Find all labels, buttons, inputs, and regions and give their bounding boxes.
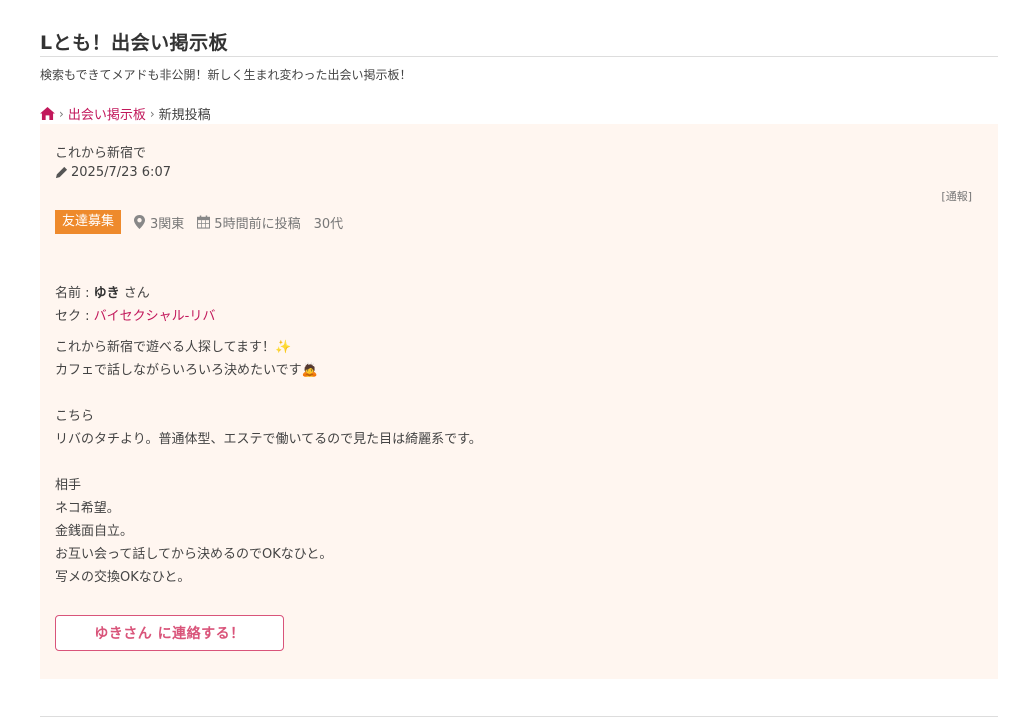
contact-button[interactable]: ゆきさん に連絡する！ (55, 615, 284, 651)
poster-name-row: 名前 : ゆき さん (55, 282, 215, 305)
breadcrumb-separator: › (149, 106, 155, 121)
post-body-line: お互い会って話してから決めるのでOKなひと。 (55, 547, 333, 562)
footer-divider (40, 716, 998, 717)
poster-profile: 名前 : ゆき さん セク : バイセクシャル-リバ (55, 282, 215, 328)
post-time: 5時間前に投稿 (197, 213, 301, 232)
post-location: 3関東 (133, 213, 184, 232)
breadcrumb-link-board[interactable]: 出会い掲示板 (68, 104, 146, 123)
poster-sex: バイセクシャル-リバ (93, 309, 216, 324)
post-location-text: 3関東 (150, 216, 185, 232)
post-body-line (55, 451, 482, 474)
post-age: 30代 (313, 216, 344, 232)
post-body-line: ネコ希望。 (55, 501, 120, 516)
calendar-icon (197, 215, 211, 229)
poster-sex-label: セク : (55, 309, 94, 324)
poster-name-suffix: さん (119, 286, 150, 301)
post-time-text: 5時間前に投稿 (214, 216, 301, 232)
report-link[interactable]: [通報] (941, 188, 972, 204)
poster-sex-row: セク : バイセクシャル-リバ (55, 305, 215, 328)
breadcrumb: › 出会い掲示板 › 新規投稿 (40, 104, 211, 123)
post-title: これから新宿で (55, 146, 147, 161)
poster-name-label: 名前 : (55, 286, 94, 301)
post-body-line: 写メの交換OKなひと。 (55, 570, 191, 585)
post-body-line: 相手 (55, 478, 82, 493)
breadcrumb-current: 新規投稿 (158, 108, 211, 123)
poster-name: ゆき (93, 286, 120, 301)
post-date-text: 2025/7/23 6:07 (71, 165, 171, 180)
post-body-line: リバのタチより。普通体型、エステで働いてるので見た目は綺麗系です。 (55, 432, 482, 447)
home-icon[interactable] (40, 107, 55, 120)
site-description: 検索もできてメアドも非公開！新しく生まれ変わった出会い掲示板！ (40, 68, 412, 82)
post-card: これから新宿で 2025/7/23 6:07 [通報] 友達募集 3関東 5時間… (40, 124, 998, 679)
category-badge: 友達募集 (55, 210, 122, 234)
site-title: Lとも！出会い掲示板 (40, 32, 229, 54)
post-body-line: カフェで話しながらいろいろ決めたいです🙇 (55, 363, 318, 378)
post-body: これから新宿で遊べる人探してます！✨ カフェで話しながらいろいろ決めたいです🙇 … (55, 336, 482, 589)
map-pin-icon (134, 215, 146, 229)
post-date: 2025/7/23 6:07 (55, 165, 171, 180)
post-body-line: 金銭面自立。 (55, 524, 134, 539)
title-divider (40, 56, 998, 57)
post-meta: 友達募集 3関東 5時間前に投稿 30代 (55, 210, 356, 234)
post-body-line: これから新宿で遊べる人探してます！✨ (55, 340, 292, 355)
pencil-icon (55, 166, 68, 179)
page: Lとも！出会い掲示板 検索もできてメアドも非公開！新しく生まれ変わった出会い掲示… (0, 0, 1024, 718)
post-body-line (55, 382, 482, 405)
post-body-line: こちら (55, 409, 95, 424)
breadcrumb-separator: › (59, 106, 64, 121)
